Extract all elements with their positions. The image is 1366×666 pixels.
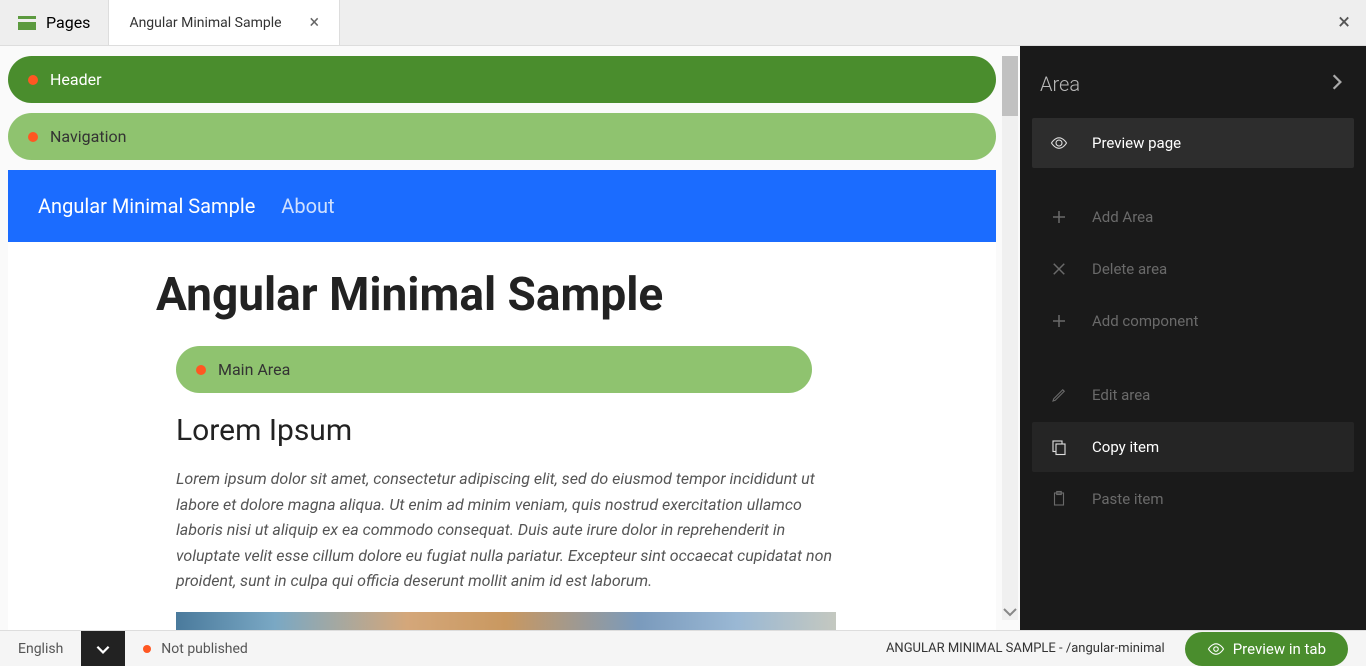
editor-canvas: Header Navigation Angular Minimal Sample…	[0, 46, 1020, 630]
main-layout: Header Navigation Angular Minimal Sample…	[0, 46, 1366, 630]
preview-btn-label: Preview in tab	[1233, 640, 1326, 658]
chevron-right-icon	[1328, 72, 1346, 96]
area-navigation[interactable]: Navigation	[8, 113, 996, 160]
right-sidebar: Area Preview page Add Area	[1020, 46, 1366, 630]
pages-icon	[18, 16, 36, 30]
chevron-down-icon	[94, 640, 112, 658]
action-paste-item[interactable]: Paste item	[1032, 474, 1354, 524]
area-header[interactable]: Header	[8, 56, 996, 103]
language-label: English	[0, 641, 81, 657]
nav-link-about[interactable]: About	[281, 194, 334, 218]
action-label: Delete area	[1092, 260, 1167, 278]
action-label: Edit area	[1092, 386, 1150, 404]
status-label: Not published	[161, 641, 248, 657]
content-image	[176, 612, 836, 630]
eye-icon	[1050, 134, 1068, 152]
tab-bar: Pages Angular Minimal Sample × ×	[0, 0, 1366, 46]
sidebar-title: Area	[1040, 72, 1080, 96]
scroll-down-icon[interactable]	[1002, 604, 1018, 620]
action-delete-area[interactable]: Delete area	[1032, 244, 1354, 294]
sidebar-group-2: Add Area Delete area Add component	[1020, 192, 1366, 348]
nav-link-home[interactable]: Angular Minimal Sample	[38, 194, 255, 218]
page-nav-bar: Angular Minimal Sample About	[8, 170, 996, 242]
action-label: Copy item	[1092, 438, 1159, 456]
plus-icon	[1050, 312, 1068, 330]
eye-icon	[1207, 640, 1225, 658]
area-main[interactable]: Main Area	[176, 346, 812, 393]
content-subheading: Lorem Ipsum	[176, 413, 836, 448]
page-path: ANGULAR MINIMAL SAMPLE - /angular-minima…	[866, 641, 1185, 656]
action-add-area[interactable]: Add Area	[1032, 192, 1354, 242]
area-header-label: Header	[50, 70, 102, 89]
preview-in-tab-button[interactable]: Preview in tab	[1185, 632, 1348, 666]
pages-label: Pages	[46, 13, 90, 32]
page-title: Angular Minimal Sample	[156, 268, 856, 322]
action-copy-item[interactable]: Copy item	[1032, 422, 1354, 472]
sidebar-group-3: Edit area Copy item Paste item	[1020, 370, 1366, 526]
action-preview-page[interactable]: Preview page	[1032, 118, 1354, 168]
clipboard-icon	[1050, 490, 1068, 508]
action-label: Add Area	[1092, 208, 1153, 226]
scrollbar[interactable]	[1002, 56, 1018, 620]
language-dropdown[interactable]	[81, 631, 125, 666]
area-main-label: Main Area	[218, 360, 290, 379]
copy-icon	[1050, 438, 1068, 456]
sidebar-group-1: Preview page	[1020, 118, 1366, 170]
panel-close-icon[interactable]: ×	[1338, 10, 1350, 35]
status-dot-icon	[196, 365, 206, 375]
sidebar-header[interactable]: Area	[1020, 62, 1366, 118]
publish-status: Not published	[125, 641, 266, 657]
pencil-icon	[1050, 386, 1068, 404]
action-label: Paste item	[1092, 490, 1164, 508]
action-add-component[interactable]: Add component	[1032, 296, 1354, 346]
pages-tab[interactable]: Pages	[0, 0, 108, 45]
bottom-bar: English Not published ANGULAR MINIMAL SA…	[0, 630, 1366, 666]
scrollbar-thumb[interactable]	[1002, 56, 1018, 116]
action-label: Preview page	[1092, 134, 1181, 152]
tab-label: Angular Minimal Sample	[129, 15, 281, 31]
tab-angular-minimal[interactable]: Angular Minimal Sample ×	[108, 0, 340, 45]
status-dot-icon	[28, 75, 38, 85]
plus-icon	[1050, 208, 1068, 226]
close-icon[interactable]: ×	[310, 12, 320, 33]
main-area-wrap: Main Area Lorem Ipsum Lorem ipsum dolor …	[156, 346, 856, 630]
area-navigation-label: Navigation	[50, 127, 126, 146]
content-paragraph: Lorem ipsum dolor sit amet, consectetur …	[176, 466, 836, 594]
close-icon	[1050, 260, 1068, 278]
status-dot-icon	[143, 645, 151, 653]
action-edit-area[interactable]: Edit area	[1032, 370, 1354, 420]
action-label: Add component	[1092, 312, 1198, 330]
page-content: Angular Minimal Sample Main Area Lorem I…	[8, 242, 996, 630]
status-dot-icon	[28, 132, 38, 142]
